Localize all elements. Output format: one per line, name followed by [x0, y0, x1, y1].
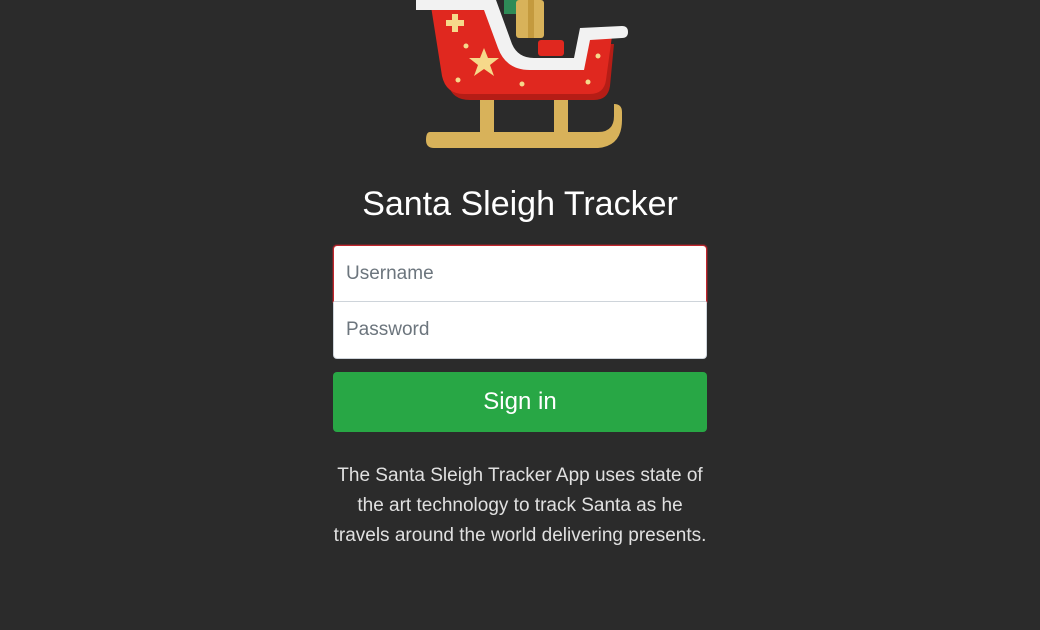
login-form: Sign in [333, 245, 707, 432]
sleigh-icon [416, 0, 628, 148]
page-title: Santa Sleigh Tracker [362, 185, 678, 223]
app-description: The Santa Sleigh Tracker App uses state … [333, 465, 707, 546]
login-page: Santa Sleigh Tracker Sign in The Santa S… [0, 0, 1040, 630]
sign-in-button[interactable]: Sign in [333, 372, 707, 432]
username-input[interactable] [333, 245, 707, 302]
password-input[interactable] [333, 302, 707, 359]
